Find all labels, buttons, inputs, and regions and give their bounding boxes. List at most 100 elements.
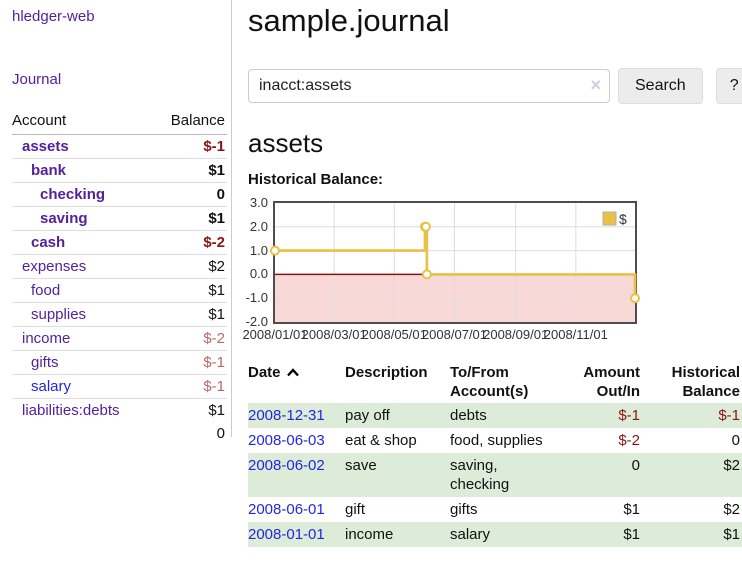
account-row: supplies $1 [12, 303, 227, 327]
legend-swatch [603, 212, 616, 225]
transaction-description: save [345, 453, 450, 497]
data-point-marker [422, 223, 430, 231]
transaction-balance: $2 [642, 453, 742, 497]
transaction-balance: $1 [642, 522, 742, 547]
accounts-total-value: 0 [154, 422, 227, 445]
register-col-date[interactable]: Date [248, 361, 345, 403]
register-row: 2008-06-02 savesaving, checking 0$2 [248, 453, 742, 497]
transaction-accounts: salary [450, 525, 490, 544]
account-balance: $2 [154, 255, 227, 279]
register-row: 2008-06-01giftgifts$1$2 [248, 497, 742, 522]
account-balance: $1 [154, 207, 227, 231]
sidebar-account-link-liabilities-debts[interactable]: liabilities:debts [22, 402, 120, 419]
account-row: liabilities:debts $1 [12, 399, 227, 423]
help-button[interactable]: ? [716, 68, 742, 104]
transaction-date-link[interactable]: 2008-06-02 [248, 457, 325, 474]
main-content: sample.journal × Search ? assets Histori… [248, 0, 742, 547]
account-row: bank $1 [12, 159, 227, 183]
chart-plot-area: $ [273, 201, 643, 325]
sidebar-account-link-gifts[interactable]: gifts [31, 354, 59, 371]
transaction-amount: $-2 [570, 428, 642, 453]
historical-balance-chart: $ 3.02.01.00.0-1.0-2.02008/01/012008/03/… [248, 201, 742, 347]
account-balance: $-2 [154, 327, 227, 351]
transaction-date-link[interactable]: 2008-01-01 [248, 526, 325, 543]
register-header-row: Date Description To/From Account(s) Amou… [248, 361, 742, 403]
account-row: saving $1 [12, 207, 227, 231]
transaction-date-link[interactable]: 2008-06-03 [248, 432, 325, 449]
transaction-accounts: gifts [450, 500, 478, 519]
account-balance: $1 [154, 399, 227, 423]
register-row: 2008-06-03 eat & shopfood, supplies $-20 [248, 428, 742, 453]
search-box: × [248, 69, 610, 103]
sidebar-account-link-salary[interactable]: salary [31, 378, 71, 395]
x-axis-tick-label: 2008/11/01 [536, 327, 616, 343]
transaction-amount: $1 [570, 522, 642, 547]
transaction-accounts: saving, checking [450, 456, 550, 494]
app-brand-link[interactable]: hledger-web [12, 8, 227, 25]
account-balance: $1 [154, 159, 227, 183]
clear-search-icon[interactable]: × [590, 75, 601, 95]
sidebar-account-link-bank[interactable]: bank [31, 162, 66, 179]
sidebar-account-link-expenses[interactable]: expenses [22, 258, 86, 275]
chart-title: Historical Balance: [248, 172, 742, 188]
account-row: cash $-2 [12, 231, 227, 255]
account-row: expenses $2 [12, 255, 227, 279]
page-title: sample.journal [248, 2, 742, 40]
register-col-balance: Historical Balance [642, 361, 742, 403]
accounts-total-row: 0 [12, 422, 227, 445]
account-balance: $1 [154, 279, 227, 303]
transaction-date-link[interactable]: 2008-12-31 [248, 407, 325, 424]
sort-ascending-icon [286, 368, 300, 377]
transaction-balance: $-1 [642, 403, 742, 428]
transaction-description: income [345, 522, 450, 547]
transaction-balance: $2 [642, 497, 742, 522]
y-axis-tick-label: 2.0 [236, 219, 268, 235]
sidebar-account-link-saving[interactable]: saving [40, 210, 88, 227]
sidebar-account-link-income[interactable]: income [22, 330, 70, 347]
sidebar-account-link-food[interactable]: food [31, 282, 60, 299]
search-button[interactable]: Search [618, 68, 703, 104]
register-col-date-label: Date [248, 364, 281, 381]
transaction-accounts: food, supplies [450, 431, 543, 450]
sidebar-item-journal[interactable]: Journal [12, 71, 227, 88]
account-heading: assets [248, 128, 742, 158]
transaction-amount: $1 [570, 497, 642, 522]
sidebar-account-link-supplies[interactable]: supplies [31, 306, 86, 323]
account-balance: $1 [154, 303, 227, 327]
data-point-marker [423, 270, 431, 278]
register-col-accounts: To/From Account(s) [450, 361, 570, 403]
register-table: Date Description To/From Account(s) Amou… [248, 361, 742, 547]
transaction-amount: $-1 [570, 403, 642, 428]
register-row: 2008-01-01 incomesalary $1$1 [248, 522, 742, 547]
account-balance: $-1 [154, 135, 227, 159]
account-balance: $-2 [154, 231, 227, 255]
sidebar: hledger-web Journal Account Balance asse… [0, 0, 231, 582]
account-row: salary $-1 [12, 375, 227, 399]
legend-label: $ [619, 211, 627, 227]
transaction-description: pay off [345, 403, 450, 428]
search-input[interactable] [248, 69, 610, 103]
transaction-amount: 0 [570, 453, 642, 497]
y-axis-tick-label: 0.0 [236, 266, 268, 282]
sidebar-account-link-assets[interactable]: assets [22, 138, 69, 155]
transaction-description: eat & shop [345, 428, 450, 453]
sidebar-account-link-cash[interactable]: cash [31, 234, 65, 251]
account-balance: $-1 [154, 375, 227, 399]
account-row: gifts $-1 [12, 351, 227, 375]
accounts-col-header-account: Account [12, 109, 154, 135]
account-row: assets $-1 [12, 135, 227, 159]
account-row: income $-2 [12, 327, 227, 351]
data-point-marker [631, 294, 639, 302]
data-point-marker [271, 247, 279, 255]
account-row: food $1 [12, 279, 227, 303]
account-balance: 0 [154, 183, 227, 207]
y-axis-tick-label: 1.0 [236, 243, 268, 259]
transaction-balance: 0 [642, 428, 742, 453]
y-axis-tick-label: -1.0 [236, 290, 268, 306]
sidebar-account-link-checking[interactable]: checking [40, 186, 105, 203]
accounts-table: Account Balance assets $-1 bank $1 checking 0… [12, 109, 227, 445]
register-col-amount: Amount Out/In [570, 361, 642, 403]
accounts-col-header-balance: Balance [154, 109, 227, 135]
account-balance: $-1 [154, 351, 227, 375]
transaction-date-link[interactable]: 2008-06-01 [248, 501, 325, 518]
